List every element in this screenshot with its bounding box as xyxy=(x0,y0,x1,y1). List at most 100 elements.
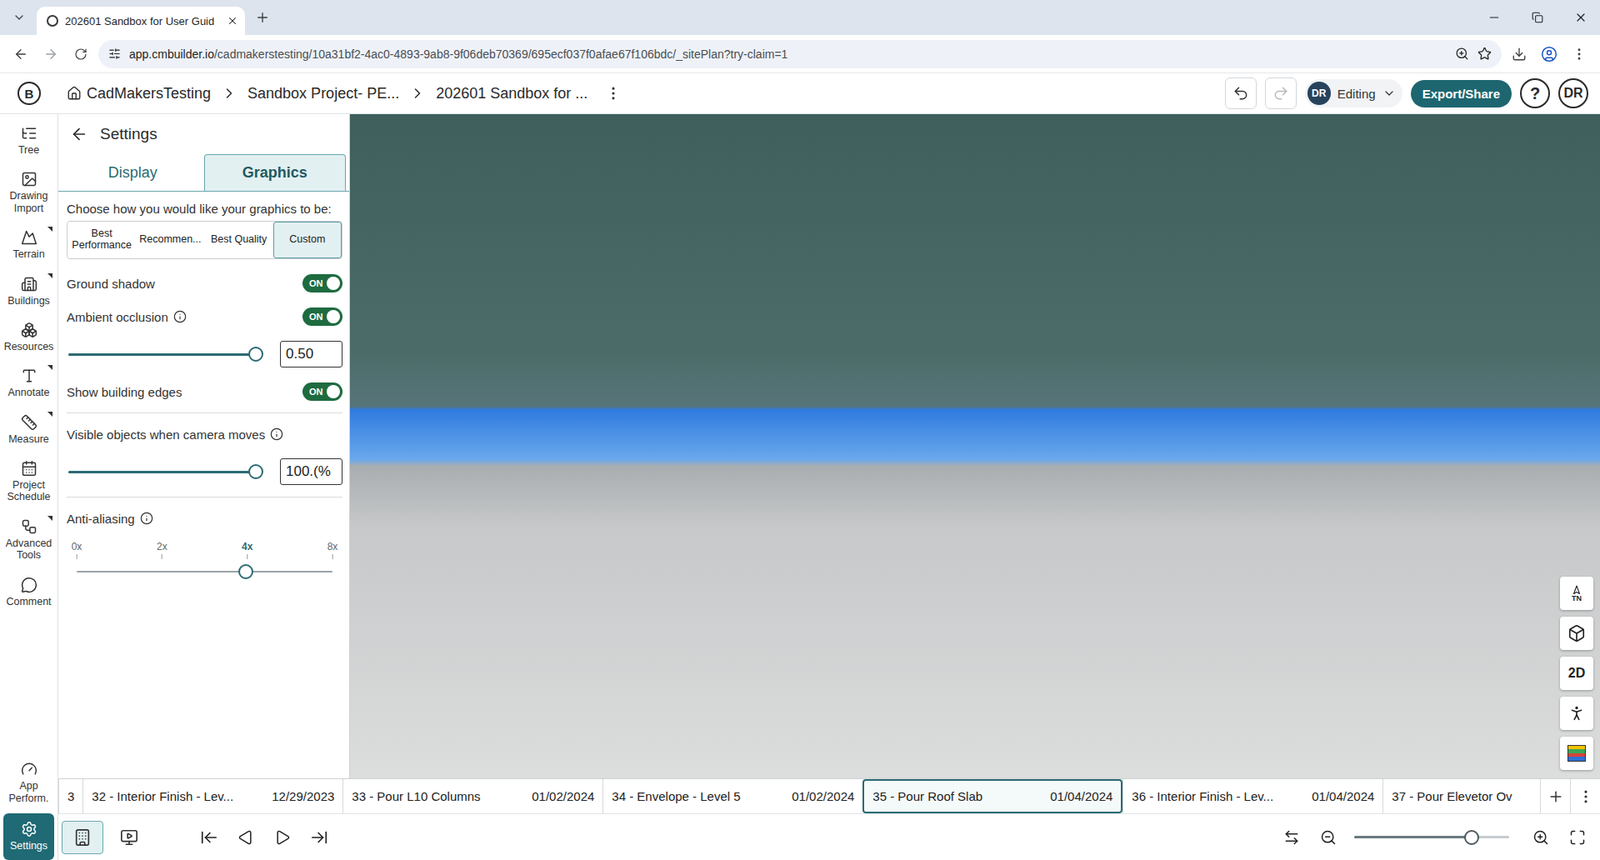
app-logo[interactable]: B xyxy=(17,81,41,105)
rail-group: TreeDrawing ImportTerrainBuildingsResour… xyxy=(0,114,58,614)
restore-button[interactable] xyxy=(1518,0,1557,35)
tick-label[interactable]: 2x xyxy=(156,540,168,560)
tick-label[interactable]: 4x xyxy=(241,540,253,560)
layers-button[interactable] xyxy=(1560,736,1594,770)
fit-width-icon xyxy=(1283,829,1300,846)
info-icon[interactable] xyxy=(140,511,154,525)
tick-label[interactable]: 8x xyxy=(327,540,339,560)
first-step-button[interactable] xyxy=(196,825,222,850)
zoom-icon[interactable] xyxy=(1455,46,1470,61)
timeline-item[interactable]: 3 xyxy=(58,779,83,814)
skip-start-icon xyxy=(200,828,219,847)
slider-track[interactable] xyxy=(1354,835,1510,839)
rail-item[interactable]: Buildings xyxy=(0,270,58,313)
value-input[interactable]: 100.(% xyxy=(280,458,343,485)
preset-option[interactable]: Custom xyxy=(273,221,342,259)
3d-viewport[interactable]: TN 2D xyxy=(350,114,1600,779)
slider-thumb[interactable] xyxy=(238,564,254,580)
view-cube-button[interactable] xyxy=(1560,616,1594,650)
playback-controls xyxy=(196,825,332,850)
toggle-switch[interactable]: ON xyxy=(302,307,343,326)
new-tab-button[interactable] xyxy=(250,5,275,30)
breadcrumb[interactable]: Sandbox Project- PE... xyxy=(247,85,400,103)
downloads-button[interactable] xyxy=(1506,41,1532,67)
breadcrumb[interactable]: CadMakersTesting xyxy=(66,85,211,103)
timeline-menu-button[interactable] xyxy=(1570,779,1600,814)
timeline-item[interactable]: 37 - Pour Elevetor Ov xyxy=(1382,779,1540,814)
panel-tab[interactable]: Display xyxy=(61,154,205,191)
url-field[interactable]: app.cmbuilder.io/cadmakerstesting/10a31b… xyxy=(98,40,1502,69)
tab-search-button[interactable] xyxy=(6,5,32,30)
slider-track[interactable] xyxy=(68,353,256,356)
close-window-button[interactable] xyxy=(1561,0,1600,35)
north-arrow-icon xyxy=(1571,585,1582,595)
preset-option[interactable]: Best Quality xyxy=(205,221,274,259)
expand-timeline-button[interactable] xyxy=(1565,825,1590,850)
rail-item[interactable]: Settings xyxy=(3,813,55,860)
zoom-out-button[interactable] xyxy=(1315,825,1341,850)
play-button[interactable] xyxy=(270,825,295,850)
profile-button[interactable] xyxy=(1536,41,1562,67)
rail-item[interactable]: Project Schedule xyxy=(0,454,58,510)
browser-menu-button[interactable] xyxy=(1566,41,1592,67)
back-button[interactable] xyxy=(8,41,34,67)
rail-item[interactable]: Measure xyxy=(0,408,58,451)
2d-toggle-button[interactable]: 2D xyxy=(1560,656,1594,690)
rail-label: Advanced Tools xyxy=(3,537,55,562)
slider-track[interactable] xyxy=(76,570,333,573)
rail-item[interactable]: Tree xyxy=(0,119,58,162)
rail-item[interactable]: Terrain xyxy=(0,223,58,266)
panel-tab[interactable]: Graphics xyxy=(204,154,347,191)
redo-button[interactable] xyxy=(1265,77,1297,110)
preset-option[interactable]: Best Performance xyxy=(67,221,136,259)
tick-label[interactable]: 0x xyxy=(71,540,83,560)
rail-item[interactable]: Resources xyxy=(0,315,58,359)
divider xyxy=(66,496,343,498)
timeline-item[interactable]: 34 - Envelope - Level 501/02/2024 xyxy=(602,779,863,814)
site-view-button[interactable] xyxy=(61,820,104,855)
rail-item[interactable]: Comment xyxy=(0,570,58,614)
timeline-item[interactable]: 32 - Interior Finish - Lev...12/29/2023 xyxy=(82,779,343,814)
toggle-switch[interactable]: ON xyxy=(302,382,343,401)
previous-step-button[interactable] xyxy=(233,825,259,850)
project-menu-button[interactable] xyxy=(597,77,630,110)
rail-item[interactable]: Advanced Tools xyxy=(0,512,58,568)
forward-button[interactable] xyxy=(38,41,64,67)
site-info-icon[interactable] xyxy=(108,47,121,60)
rail-item[interactable]: Drawing Import xyxy=(0,165,58,220)
value-input[interactable]: 0.50 xyxy=(280,340,343,368)
slider-thumb[interactable] xyxy=(1464,830,1480,845)
bookmark-star-icon[interactable] xyxy=(1477,46,1492,61)
walk-mode-button[interactable] xyxy=(1560,696,1594,730)
zoom-in-button[interactable] xyxy=(1528,825,1554,850)
fit-width-button[interactable] xyxy=(1279,825,1305,850)
timeline-item[interactable]: 36 - Interior Finish - Lev...01/04/2024 xyxy=(1122,779,1383,814)
breadcrumb[interactable]: 202601 Sandbox for ... xyxy=(435,85,588,103)
export-share-button[interactable]: Export/Share xyxy=(1410,80,1512,108)
slider-thumb[interactable] xyxy=(248,346,264,362)
video-view-button[interactable] xyxy=(108,820,150,855)
slider-track[interactable] xyxy=(68,470,256,474)
minimize-button[interactable] xyxy=(1475,0,1514,35)
add-task-button[interactable] xyxy=(1540,779,1570,814)
toggle-switch[interactable]: ON xyxy=(302,274,343,293)
user-avatar[interactable]: DR xyxy=(1558,78,1589,109)
info-icon[interactable] xyxy=(173,310,187,324)
rail-item[interactable]: Annotate xyxy=(0,361,58,405)
timeline-item[interactable]: 35 - Pour Roof Slab01/04/2024 xyxy=(862,779,1123,814)
mode-dropdown[interactable]: DREditing xyxy=(1305,79,1403,108)
preset-option[interactable]: Recommen... xyxy=(135,221,205,259)
reload-button[interactable] xyxy=(68,41,94,67)
last-step-button[interactable] xyxy=(306,825,332,850)
north-button[interactable]: TN xyxy=(1560,576,1594,610)
slider-thumb[interactable] xyxy=(248,464,264,480)
back-arrow-icon[interactable] xyxy=(70,125,89,144)
rail-item[interactable]: App Perform. xyxy=(0,755,58,810)
close-tab-icon[interactable] xyxy=(226,15,239,27)
info-icon[interactable] xyxy=(270,427,284,441)
browser-tab[interactable]: 202601 Sandbox for User Guid xyxy=(36,6,245,35)
undo-button[interactable] xyxy=(1225,77,1257,110)
help-button[interactable]: ? xyxy=(1520,78,1550,109)
timeline-item[interactable]: 33 - Pour L10 Columns01/02/2024 xyxy=(342,779,603,814)
chevron-down-icon xyxy=(1382,86,1396,100)
